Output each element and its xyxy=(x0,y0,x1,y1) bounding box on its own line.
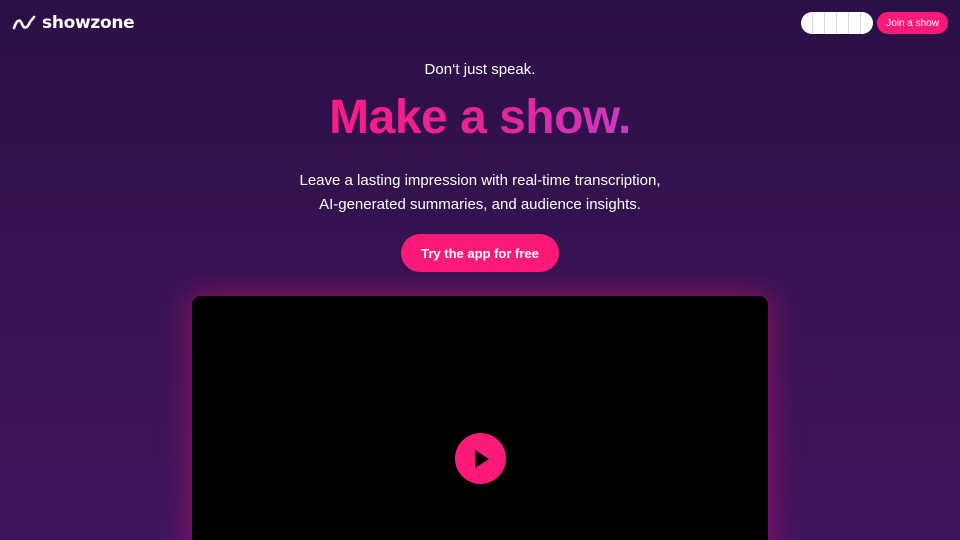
show-code-input[interactable] xyxy=(801,12,874,34)
hero-subtitle-line-2: AI-generated summaries, and audience ins… xyxy=(319,196,641,213)
video-player[interactable] xyxy=(192,296,768,540)
hero-tagline: Don‘t just speak. xyxy=(424,61,536,78)
code-digit-6[interactable] xyxy=(861,12,873,34)
play-button[interactable] xyxy=(455,433,506,484)
top-navigation: showzone Join a show xyxy=(0,0,960,46)
code-digit-2[interactable] xyxy=(813,12,826,34)
code-digit-4[interactable] xyxy=(837,12,850,34)
logo-text: showzone xyxy=(42,13,135,33)
join-show-button[interactable]: Join a show xyxy=(877,12,948,34)
code-digit-3[interactable] xyxy=(825,12,838,34)
logo[interactable]: showzone xyxy=(12,12,135,34)
code-digit-5[interactable] xyxy=(849,12,862,34)
hero-headline-text: Make a show. xyxy=(329,91,631,144)
header-actions: Join a show xyxy=(801,12,948,34)
try-app-button[interactable]: Try the app for free xyxy=(401,234,559,272)
code-digit-1[interactable] xyxy=(801,12,814,34)
hero-subtitle-line-1: Leave a lasting impression with real-tim… xyxy=(299,172,661,189)
showzone-logo-icon xyxy=(12,15,36,30)
play-icon xyxy=(474,449,489,468)
hero-headline: Make a show. xyxy=(0,90,960,145)
